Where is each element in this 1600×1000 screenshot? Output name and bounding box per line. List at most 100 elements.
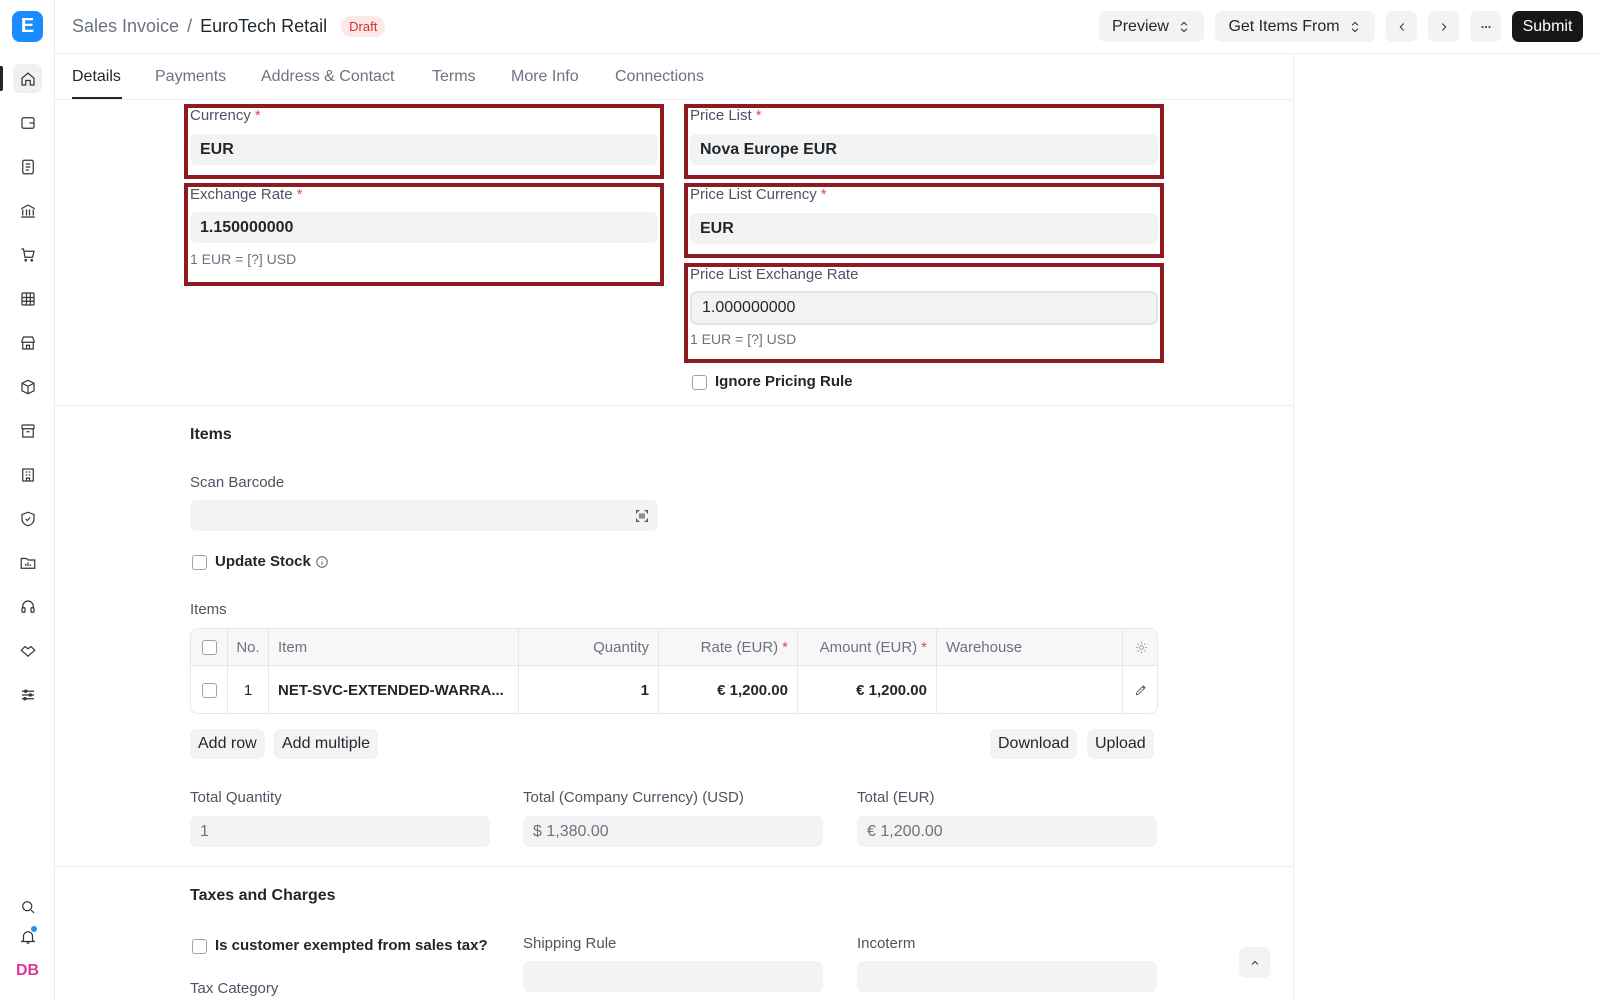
col-no: No. bbox=[228, 629, 269, 665]
row-amount[interactable]: € 1,200.00 bbox=[798, 666, 937, 713]
row-edit-cell bbox=[1123, 666, 1157, 713]
shipping-rule-field[interactable] bbox=[523, 961, 823, 992]
incoterm-label: Incoterm bbox=[857, 935, 916, 952]
get-items-from-button[interactable]: Get Items From bbox=[1215, 11, 1375, 42]
breadcrumb-separator: / bbox=[187, 16, 193, 36]
table-row[interactable]: 1 NET-SVC-EXTENDED-WARRA... 1 € 1,200.00… bbox=[191, 666, 1157, 713]
total-eur-label: Total (EUR) bbox=[857, 789, 935, 806]
update-stock-checkbox[interactable] bbox=[192, 555, 207, 570]
side-panel-divider bbox=[1293, 54, 1294, 1000]
bell-icon[interactable] bbox=[13, 922, 42, 951]
info-icon[interactable] bbox=[315, 555, 329, 569]
table-icon[interactable] bbox=[13, 284, 42, 313]
ellipsis-icon bbox=[1480, 25, 1491, 28]
shipping-rule-label: Shipping Rule bbox=[523, 935, 617, 952]
total-eur-field: € 1,200.00 bbox=[857, 816, 1157, 847]
row-warehouse[interactable] bbox=[937, 666, 1123, 713]
col-item: Item bbox=[269, 629, 519, 665]
total-quantity-label: Total Quantity bbox=[190, 789, 282, 806]
breadcrumb: Sales Invoice / EuroTech Retail Draft bbox=[72, 16, 386, 37]
scroll-to-top-button[interactable] bbox=[1239, 947, 1270, 978]
chevron-updown-icon bbox=[1180, 21, 1188, 32]
chevron-up-icon bbox=[1251, 960, 1258, 965]
archive-icon[interactable] bbox=[13, 416, 42, 445]
highlight-currency bbox=[184, 104, 664, 179]
home-icon[interactable] bbox=[13, 64, 42, 93]
sidebar: E DB bbox=[0, 0, 55, 1000]
preview-button[interactable]: Preview bbox=[1099, 11, 1204, 42]
tab-connections[interactable]: Connections bbox=[615, 68, 704, 86]
highlight-exchange-rate bbox=[184, 183, 664, 286]
tab-terms[interactable]: Terms bbox=[432, 68, 476, 86]
upload-button[interactable]: Upload bbox=[1087, 729, 1154, 759]
barcode-scan-icon[interactable] bbox=[634, 508, 650, 524]
taxes-section-title: Taxes and Charges bbox=[190, 887, 336, 904]
add-row-button[interactable]: Add row bbox=[190, 729, 265, 759]
search-icon[interactable] bbox=[13, 892, 42, 921]
chevron-left-icon bbox=[1399, 22, 1404, 31]
folder-chart-icon[interactable] bbox=[13, 548, 42, 577]
row-no: 1 bbox=[228, 666, 269, 713]
download-button[interactable]: Download bbox=[990, 729, 1078, 759]
tab-more-info[interactable]: More Info bbox=[511, 68, 579, 86]
shield-icon[interactable] bbox=[13, 504, 42, 533]
page-title: EuroTech Retail bbox=[200, 16, 328, 36]
items-table-label: Items bbox=[190, 601, 227, 618]
wallet-icon[interactable] bbox=[13, 108, 42, 137]
col-amount: Amount (EUR) * bbox=[798, 629, 937, 665]
col-warehouse: Warehouse bbox=[937, 629, 1123, 665]
active-tab-underline bbox=[72, 97, 122, 99]
total-company-currency-label: Total (Company Currency) (USD) bbox=[523, 789, 744, 806]
items-table: No. Item Quantity Rate (EUR) * Amount (EU… bbox=[190, 628, 1158, 714]
row-select-cell bbox=[191, 666, 228, 713]
column-settings-cell bbox=[1123, 629, 1157, 665]
tax-exempt-checkbox[interactable] bbox=[192, 939, 207, 954]
submit-button[interactable]: Submit bbox=[1512, 11, 1583, 42]
gear-icon[interactable] bbox=[1134, 640, 1149, 655]
tab-details[interactable]: Details bbox=[72, 68, 121, 86]
ignore-pricing-rule-label: Ignore Pricing Rule bbox=[715, 373, 853, 390]
select-all-cell bbox=[191, 629, 228, 665]
store-icon[interactable] bbox=[13, 328, 42, 357]
cart-icon[interactable] bbox=[13, 240, 42, 269]
previous-button[interactable] bbox=[1386, 11, 1417, 42]
row-checkbox[interactable] bbox=[201, 682, 217, 698]
breadcrumb-parent[interactable]: Sales Invoice bbox=[72, 16, 179, 37]
add-multiple-button[interactable]: Add multiple bbox=[274, 729, 379, 759]
tab-bar: Details Payments Address & Contact Terms… bbox=[55, 54, 1293, 100]
chevron-right-icon bbox=[1441, 22, 1446, 31]
building-icon[interactable] bbox=[13, 460, 42, 489]
update-stock-label: Update Stock bbox=[215, 553, 311, 570]
items-section-title: Items bbox=[190, 426, 232, 443]
tab-address-contact[interactable]: Address & Contact bbox=[261, 68, 394, 86]
scan-barcode-label: Scan Barcode bbox=[190, 474, 285, 491]
app-logo[interactable]: E bbox=[12, 11, 43, 42]
bank-icon[interactable] bbox=[13, 196, 42, 225]
row-item[interactable]: NET-SVC-EXTENDED-WARRA... bbox=[269, 666, 519, 713]
row-quantity[interactable]: 1 bbox=[519, 666, 659, 713]
more-actions-button[interactable] bbox=[1470, 11, 1501, 42]
scan-barcode-input[interactable] bbox=[190, 500, 658, 531]
next-button[interactable] bbox=[1428, 11, 1459, 42]
tax-exempt-label: Is customer exempted from sales tax? bbox=[215, 937, 488, 954]
package-icon[interactable] bbox=[13, 372, 42, 401]
document-icon[interactable] bbox=[13, 152, 42, 181]
row-rate[interactable]: € 1,200.00 bbox=[659, 666, 798, 713]
col-quantity: Quantity bbox=[519, 629, 659, 665]
avatar[interactable]: DB bbox=[13, 956, 42, 985]
top-bar: Sales Invoice / EuroTech Retail Draft Pr… bbox=[55, 0, 1600, 54]
ignore-pricing-rule-checkbox[interactable] bbox=[692, 375, 707, 390]
sliders-icon[interactable] bbox=[13, 680, 42, 709]
edit-icon[interactable] bbox=[1134, 683, 1148, 697]
highlight-price-list-currency bbox=[684, 183, 1164, 258]
tax-category-label: Tax Category bbox=[190, 980, 279, 997]
headset-icon[interactable] bbox=[13, 592, 42, 621]
total-company-currency-field: $ 1,380.00 bbox=[523, 816, 823, 847]
active-indicator bbox=[0, 66, 3, 91]
incoterm-field[interactable] bbox=[857, 961, 1157, 992]
notification-dot bbox=[30, 925, 38, 933]
handshake-icon[interactable] bbox=[13, 636, 42, 665]
select-all-checkbox[interactable] bbox=[201, 639, 217, 655]
tab-payments[interactable]: Payments bbox=[155, 68, 226, 86]
col-rate: Rate (EUR) * bbox=[659, 629, 798, 665]
